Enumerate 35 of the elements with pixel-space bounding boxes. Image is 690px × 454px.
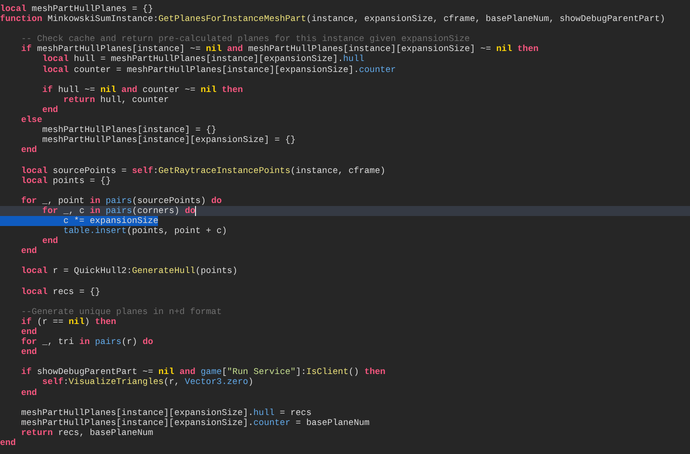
code-line: --Generate unique planes in n+d format <box>20 306 223 317</box>
code-line: return recs, basePlaneNum <box>20 428 154 438</box>
code-line: end <box>0 438 17 448</box>
code-line: if meshPartHullPlanes[instance] ~= nil and meshPartHullPlanes[instance][expansionSize] ~= nil then <box>20 44 540 54</box>
code-line: local recs = {} <box>20 286 102 297</box>
code-line: end <box>20 145 38 156</box>
code-line: if hull ~= nil and counter ~= nil then <box>41 84 244 95</box>
code-line: local hull = meshPartHullPlanes[instance][expansionSize].hull <box>41 54 366 65</box>
code-line: end <box>20 347 38 358</box>
code-line: else <box>20 115 42 126</box>
code-line: local meshPartHullPlanes = {} <box>0 4 154 14</box>
code-line: c *= expansionSize <box>0 216 690 226</box>
code-line: for _, tri in pairs(r) do <box>20 337 154 348</box>
code-line: if (r == nil) then <box>20 316 118 327</box>
code-line: local r = QuickHull2:GenerateHull(points) <box>20 266 239 277</box>
code-line: meshPartHullPlanes[instance][expansionSize].counter = basePlaneNum <box>20 418 371 428</box>
code-line: end <box>20 246 38 256</box>
code-line: table.insert(points, point + c) <box>62 226 228 236</box>
text-cursor <box>195 206 196 216</box>
code-line: local counter = meshPartHullPlanes[instance][expansionSize].counter <box>41 64 397 75</box>
code-line: meshPartHullPlanes[instance][expansionSize].hull = recs <box>20 408 312 418</box>
code-line: return hull, counter <box>62 94 170 105</box>
code-line: -- Check cache and return pre-calculated planes for this instance given expansionSize <box>20 34 471 44</box>
code-line: if showDebugParentPart ~= nil and game["Run Service"]:IsClient() then <box>20 367 386 378</box>
code-line: end <box>41 236 60 246</box>
code-line: self:VisualizeTriangles(r, Vector3.zero) <box>41 377 254 388</box>
code-line: local sourcePoints = self:GetRaytraceInstancePoints(instance, cframe) <box>20 166 386 176</box>
code-line: meshPartHullPlanes[instance][expansionSize] = {} <box>41 135 297 146</box>
code-line: local points = {} <box>20 176 112 186</box>
code-line: meshPartHullPlanes[instance] = {} <box>41 125 218 136</box>
code-line: end <box>42 104 60 116</box>
code-line: function MinkowskiSumInstance:GetPlanesForInstanceMeshPart(instance, expansionSize, cframe, basePlaneNum, showDebugParentPart) <box>0 14 666 24</box>
code-line: end <box>20 327 38 338</box>
code-line: for _, point in pairs(sourcePoints) do <box>20 196 223 206</box>
code-line: end <box>20 388 38 398</box>
